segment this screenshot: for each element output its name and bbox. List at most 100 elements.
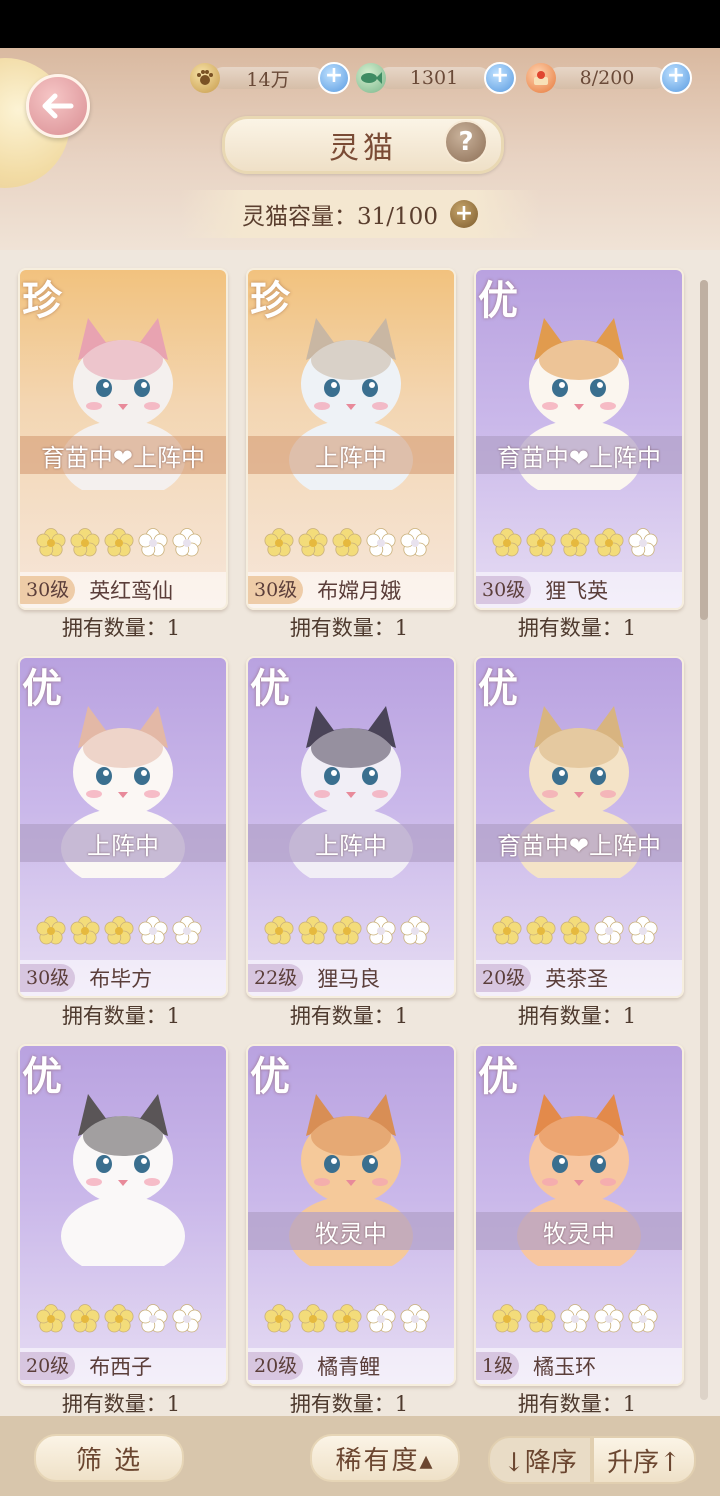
owned-count: 拥有数量：1 [517, 1004, 637, 1028]
cat-card[interactable]: 优上阵中 30级 布毕方 [18, 656, 228, 998]
star-rating [492, 1304, 658, 1334]
flower-star-filled-icon [264, 916, 294, 945]
cat-card[interactable]: 优牧灵中 1级 橘玉环 [474, 1044, 684, 1386]
flower-star-empty-icon [366, 916, 396, 945]
owned-count: 拥有数量：1 [61, 616, 181, 640]
owned-count: 拥有数量：1 [289, 616, 409, 640]
cat-card[interactable]: 优育苗中❤上阵中 30级 狸飞英 [474, 268, 684, 610]
flower-star-empty-icon [400, 1304, 430, 1333]
cat-name: 橘玉环 [533, 1355, 597, 1379]
cat-status-label: 上阵中 [248, 436, 454, 474]
flower-star-filled-icon [298, 528, 328, 557]
level-name-bar: 20级 布西子 [20, 1348, 226, 1384]
flower-star-filled-icon [36, 916, 66, 945]
star-rating [264, 1304, 430, 1334]
resource-cake-value: 8/200 [548, 67, 666, 89]
flower-star-filled-icon [104, 528, 134, 557]
flower-star-empty-icon [172, 1304, 202, 1333]
flower-star-filled-icon [298, 916, 328, 945]
star-rating [36, 1304, 202, 1334]
rarity-sort-button[interactable]: 稀有度▴ [310, 1434, 460, 1482]
flower-star-filled-icon [264, 528, 294, 557]
owned-count: 拥有数量：1 [61, 1392, 181, 1416]
owned-count: 拥有数量：1 [289, 1004, 409, 1028]
cat-card[interactable]: 优育苗中❤上阵中 20级 英茶圣 [474, 656, 684, 998]
resource-paw-coin-value: 14万 [212, 67, 324, 91]
cat-name: 英茶圣 [545, 967, 609, 991]
flower-star-filled-icon [526, 916, 556, 945]
cat-name: 狸马良 [317, 967, 381, 991]
cat-level: 1级 [476, 1352, 520, 1380]
flower-star-empty-icon [138, 528, 168, 557]
cat-status-label: 上阵中 [248, 824, 454, 862]
flower-star-empty-icon [594, 1304, 624, 1333]
cat-status-label: 牧灵中 [248, 1212, 454, 1250]
cat-card[interactable]: 珍育苗中❤上阵中 30级 英红鸾仙 [18, 268, 228, 610]
status-bar [0, 0, 720, 48]
flower-star-filled-icon [70, 1304, 100, 1333]
level-name-bar: 30级 英红鸾仙 [20, 572, 226, 608]
back-button[interactable] [26, 74, 90, 138]
level-name-bar: 20级 英茶圣 [476, 960, 682, 996]
resource-paw-coin: 14万 + [190, 62, 350, 94]
flower-star-filled-icon [594, 528, 624, 557]
flower-star-filled-icon [492, 528, 522, 557]
cat-level: 30级 [20, 576, 76, 604]
owned-count: 拥有数量：1 [61, 1004, 181, 1028]
cat-card[interactable]: 优上阵中 22级 狸马良 [246, 656, 456, 998]
cat-card[interactable]: 优 20级 布西子 [18, 1044, 228, 1386]
cat-card[interactable]: 珍上阵中 30级 布嫦月娥 [246, 268, 456, 610]
cat-status-label: 牧灵中 [476, 1212, 682, 1250]
capacity-banner: 灵猫容量：31/100 + [180, 190, 540, 238]
cat-name: 布西子 [89, 1355, 153, 1379]
star-rating [264, 528, 430, 558]
cat-status-label: 育苗中❤上阵中 [476, 824, 682, 862]
add-jade-fish-button[interactable]: + [484, 62, 516, 94]
flower-star-empty-icon [366, 528, 396, 557]
flower-star-filled-icon [560, 528, 590, 557]
owned-count: 拥有数量：1 [517, 1392, 637, 1416]
flower-star-empty-icon [628, 528, 658, 557]
question-icon: ? [458, 127, 474, 157]
flower-star-filled-icon [526, 1304, 556, 1333]
flower-star-filled-icon [70, 916, 100, 945]
cat-name: 英红鸾仙 [89, 579, 174, 603]
flower-star-filled-icon [526, 528, 556, 557]
scrollbar[interactable] [700, 280, 708, 1400]
add-paw-coin-button[interactable]: + [318, 62, 350, 94]
sort-order-toggle: ↓降序 升序↑ [488, 1436, 696, 1484]
filter-button[interactable]: 筛 选 [34, 1434, 184, 1482]
cat-card[interactable]: 优牧灵中 20级 橘青鲤 [246, 1044, 456, 1386]
scrollbar-thumb[interactable] [700, 280, 708, 620]
sort-desc-button[interactable]: ↓降序 [488, 1436, 592, 1484]
level-name-bar: 22级 狸马良 [248, 960, 454, 996]
resource-jade-fish: 1301 + [356, 62, 516, 94]
resource-cake: 8/200 + [526, 62, 692, 94]
add-cake-button[interactable]: + [660, 62, 692, 94]
cat-level: 30级 [20, 964, 76, 992]
level-name-bar: 30级 布毕方 [20, 960, 226, 996]
flower-star-empty-icon [172, 916, 202, 945]
flower-star-filled-icon [560, 916, 590, 945]
add-capacity-button[interactable]: + [449, 200, 478, 228]
help-button[interactable]: ? [444, 120, 488, 164]
level-name-bar: 30级 布嫦月娥 [248, 572, 454, 608]
flower-star-filled-icon [332, 528, 362, 557]
flower-star-filled-icon [36, 1304, 66, 1333]
back-arrow-icon [42, 93, 74, 119]
page-title: 灵猫 [329, 131, 397, 166]
star-rating [36, 528, 202, 558]
cat-status-label: 上阵中 [20, 824, 226, 862]
star-rating [492, 916, 658, 946]
owned-count: 拥有数量：1 [517, 616, 637, 640]
flower-star-filled-icon [104, 916, 134, 945]
flower-star-empty-icon [400, 916, 430, 945]
resource-jade-fish-value: 1301 [378, 67, 490, 89]
cat-portrait-icon [61, 1094, 185, 1266]
flower-star-filled-icon [264, 1304, 294, 1333]
flower-star-filled-icon [36, 528, 66, 557]
flower-star-filled-icon [492, 916, 522, 945]
flower-star-empty-icon [366, 1304, 396, 1333]
sort-asc-button[interactable]: 升序↑ [592, 1436, 696, 1484]
cat-status-label: 育苗中❤上阵中 [20, 436, 226, 474]
